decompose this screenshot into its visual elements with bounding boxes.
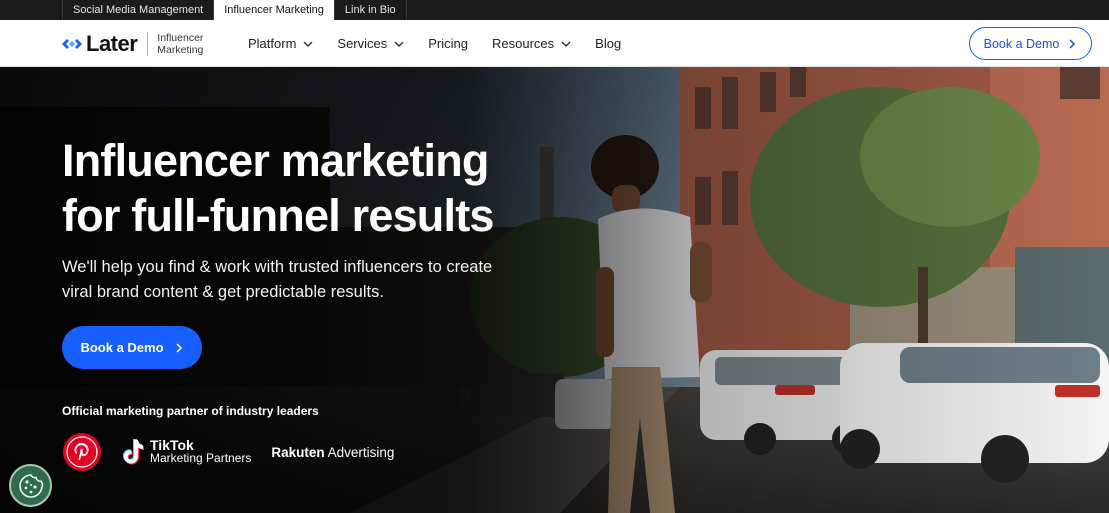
main-nav: Platform Services Pricing Resources Blog <box>248 20 645 67</box>
hero-section: Influencer marketing for full-funnel res… <box>0 67 1109 513</box>
chevron-down-icon <box>561 41 571 47</box>
tab-link-in-bio[interactable]: Link in Bio <box>335 0 407 20</box>
logo-subtitle: Influencer Marketing <box>157 32 217 56</box>
hero-title-line-2: for full-funnel results <box>62 190 494 241</box>
nav-blog-label: Blog <box>595 36 622 51</box>
pinterest-partner-icon <box>63 433 101 471</box>
site-header: Later Influencer Marketing Platform Serv… <box>0 20 1109 67</box>
tiktok-logo-text: TikTok Marketing Partners <box>150 438 252 465</box>
nav-resources[interactable]: Resources <box>492 36 571 51</box>
chevron-down-icon <box>303 41 313 47</box>
brand-logo[interactable]: Later Influencer Marketing <box>62 31 217 57</box>
nav-blog[interactable]: Blog <box>595 36 621 51</box>
nav-pricing-label: Pricing <box>428 36 469 51</box>
tab-influencer-marketing[interactable]: Influencer Marketing <box>214 0 335 20</box>
hero-book-demo-label: Book a Demo <box>80 340 164 355</box>
partner-heading: Official marketing partner of industry l… <box>62 404 319 418</box>
hero-subtitle-line-2: viral brand content & get predictable re… <box>62 283 384 301</box>
chevron-down-icon <box>394 41 404 47</box>
later-logo-mark-icon <box>62 39 82 49</box>
logo-subtitle-line-2: Marketing <box>157 44 204 56</box>
tab-social-media-management[interactable]: Social Media Management <box>62 0 215 20</box>
top-utility-bar: Social Media Management Influencer Marke… <box>0 0 1109 20</box>
nav-services-label: Services <box>337 36 388 51</box>
tiktok-icon <box>123 439 144 465</box>
rakuten-partner-logo: Rakuten Advertising <box>271 445 394 460</box>
chevron-right-icon <box>176 342 182 353</box>
header-book-demo-label: Book a Demo <box>983 36 1060 51</box>
nav-services[interactable]: Services <box>337 36 404 51</box>
nav-resources-label: Resources <box>492 36 555 51</box>
rakuten-suffix: Advertising <box>324 444 395 460</box>
nav-pricing[interactable]: Pricing <box>428 36 468 51</box>
logo-text: Later <box>86 31 138 56</box>
logo-divider <box>147 32 149 56</box>
nav-platform-label: Platform <box>248 36 297 51</box>
hero-title: Influencer marketing for full-funnel res… <box>62 133 582 243</box>
tiktok-sub: Marketing Partners <box>150 451 252 465</box>
hero-subtitle-line-1: We'll help you find & work with trusted … <box>62 258 493 276</box>
header-book-demo-button[interactable]: Book a Demo <box>969 27 1092 60</box>
nav-platform[interactable]: Platform <box>248 36 313 51</box>
hero-subtitle: We'll help you find & work with trusted … <box>62 255 552 305</box>
cookie-icon <box>18 473 43 498</box>
tiktok-partner-logo: TikTok Marketing Partners <box>122 438 251 466</box>
cookie-settings-button[interactable] <box>9 464 52 507</box>
hero-book-demo-button[interactable]: Book a Demo <box>62 326 202 369</box>
logo-subtitle-line-1: Influencer <box>157 32 204 44</box>
hero-title-line-1: Influencer marketing <box>62 135 489 186</box>
chevron-right-icon <box>1069 38 1076 49</box>
partner-logos: TikTok Marketing Partners Rakuten Advert… <box>62 431 394 473</box>
rakuten-name: Rakuten <box>271 444 325 460</box>
